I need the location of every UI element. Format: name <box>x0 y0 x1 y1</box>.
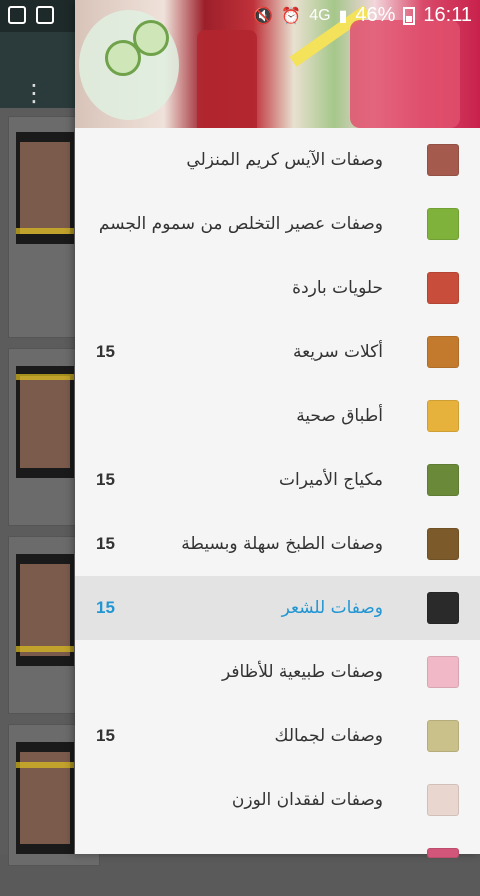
ice-cream-icon <box>427 144 459 176</box>
drawer-item-8[interactable]: وصفات طبيعية للأظافر <box>75 640 480 704</box>
drawer-item-9[interactable]: 15 وصفات لجمالك <box>75 704 480 768</box>
drawer-item-6[interactable]: 15 وصفات الطبخ سهلة وبسيطة <box>75 512 480 576</box>
detox-juice-icon <box>427 208 459 240</box>
item-count: 15 <box>96 342 115 361</box>
drawer-item-5[interactable]: 15 مكياج الأميرات <box>75 448 480 512</box>
item-count: 15 <box>96 726 115 745</box>
battery-percent: 46% <box>355 4 396 26</box>
signal-icon: ▮ <box>338 7 348 25</box>
item-label: مكياج الأميرات <box>279 470 383 490</box>
drawer-item-4[interactable]: أطباق صحية <box>75 384 480 448</box>
fast-food-icon <box>427 336 459 368</box>
mute-icon: 🔇 <box>253 7 274 25</box>
item-label: وصفات لجمالك <box>274 726 384 746</box>
image-notification-icon <box>36 6 54 24</box>
drawer-item-10[interactable]: وصفات لفقدان الوزن <box>75 768 480 832</box>
item-label: وصفات طبيعية للأظافر <box>221 662 383 682</box>
healthy-dish-icon <box>427 400 459 432</box>
item-label: وصفات لفقدان الوزن <box>231 790 383 810</box>
cooking-icon <box>427 528 459 560</box>
nails-icon <box>427 656 459 688</box>
item-count: 15 <box>96 598 115 617</box>
next-item-icon <box>427 848 459 858</box>
item-label: أطباق صحية <box>296 406 383 426</box>
drawer-item-0[interactable]: وصفات الآيس كريم المنزلي <box>75 128 480 192</box>
network-type-icon: 4G <box>309 6 331 24</box>
list-item-thumbnail <box>16 132 74 244</box>
list-item-thumbnail <box>16 366 74 478</box>
item-count: 15 <box>96 534 115 553</box>
drawer-item-2[interactable]: حلويات باردة <box>75 256 480 320</box>
item-label: وصفات الطبخ سهلة وبسيطة <box>181 534 383 554</box>
status-bar: 🔇 ⏰ 4G ▮ 46% 16:11 <box>0 0 480 32</box>
battery-icon <box>403 6 416 25</box>
drawer-item-3[interactable]: 15 أكلات سريعة <box>75 320 480 384</box>
notification-icon <box>8 6 26 24</box>
item-label: وصفات الآيس كريم المنزلي <box>186 150 383 170</box>
item-label: وصفات عصير التخلص من سموم الجسم <box>98 214 383 234</box>
drawer-item-7[interactable]: 15 وصفات للشعر <box>75 576 480 640</box>
clock-time: 16:11 <box>423 4 472 26</box>
list-item-thumbnail <box>16 742 74 854</box>
makeup-eye-icon <box>427 464 459 496</box>
weight-loss-icon <box>427 784 459 816</box>
navigation-drawer: وصفات الآيس كريم المنزلي وصفات عصير التخل… <box>75 0 480 858</box>
alarm-icon: ⏰ <box>281 7 302 25</box>
drawer-menu: وصفات الآيس كريم المنزلي وصفات عصير التخل… <box>75 128 480 896</box>
beauty-mask-icon <box>427 720 459 752</box>
item-label: حلويات باردة <box>292 278 383 298</box>
list-item-thumbnail <box>16 554 74 666</box>
hair-icon <box>427 592 459 624</box>
cold-dessert-icon <box>427 272 459 304</box>
drawer-item-1[interactable]: وصفات عصير التخلص من سموم الجسم <box>75 192 480 256</box>
drawer-item-11[interactable] <box>75 832 480 896</box>
item-label: وصفات للشعر <box>281 598 383 618</box>
item-count: 15 <box>96 470 115 489</box>
juice-glass-image <box>197 30 257 128</box>
item-label: أكلات سريعة <box>292 342 383 362</box>
smoothie-image <box>350 20 460 128</box>
